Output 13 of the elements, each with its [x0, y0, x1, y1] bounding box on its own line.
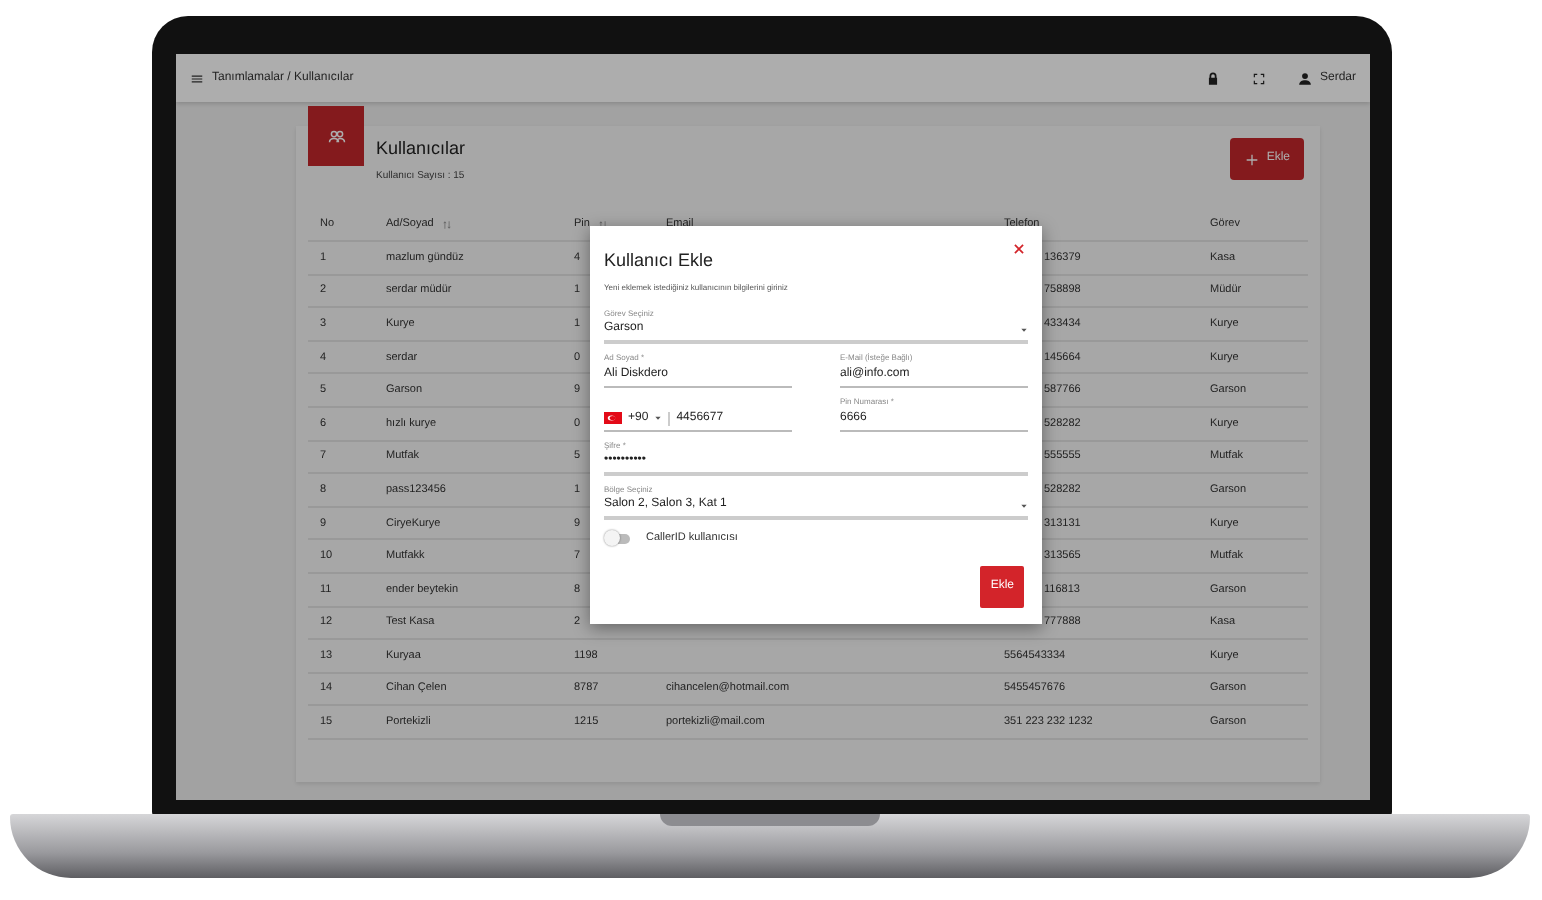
fullscreen-icon[interactable]	[1251, 71, 1266, 85]
close-icon[interactable]	[1012, 242, 1026, 256]
page-title: Kullanıcılar	[376, 136, 466, 162]
menu-icon[interactable]	[190, 71, 204, 85]
user-icon[interactable]	[1297, 71, 1312, 85]
caret-icon	[1020, 501, 1028, 509]
users-icon	[327, 127, 345, 145]
caret-icon	[1020, 325, 1028, 333]
lock-icon[interactable]	[1205, 71, 1220, 85]
flag-icon	[604, 412, 622, 424]
toggle-switch[interactable]	[608, 533, 630, 544]
modal-title: Kullanıcı Ekle	[604, 250, 714, 272]
plus-icon	[1244, 151, 1261, 167]
